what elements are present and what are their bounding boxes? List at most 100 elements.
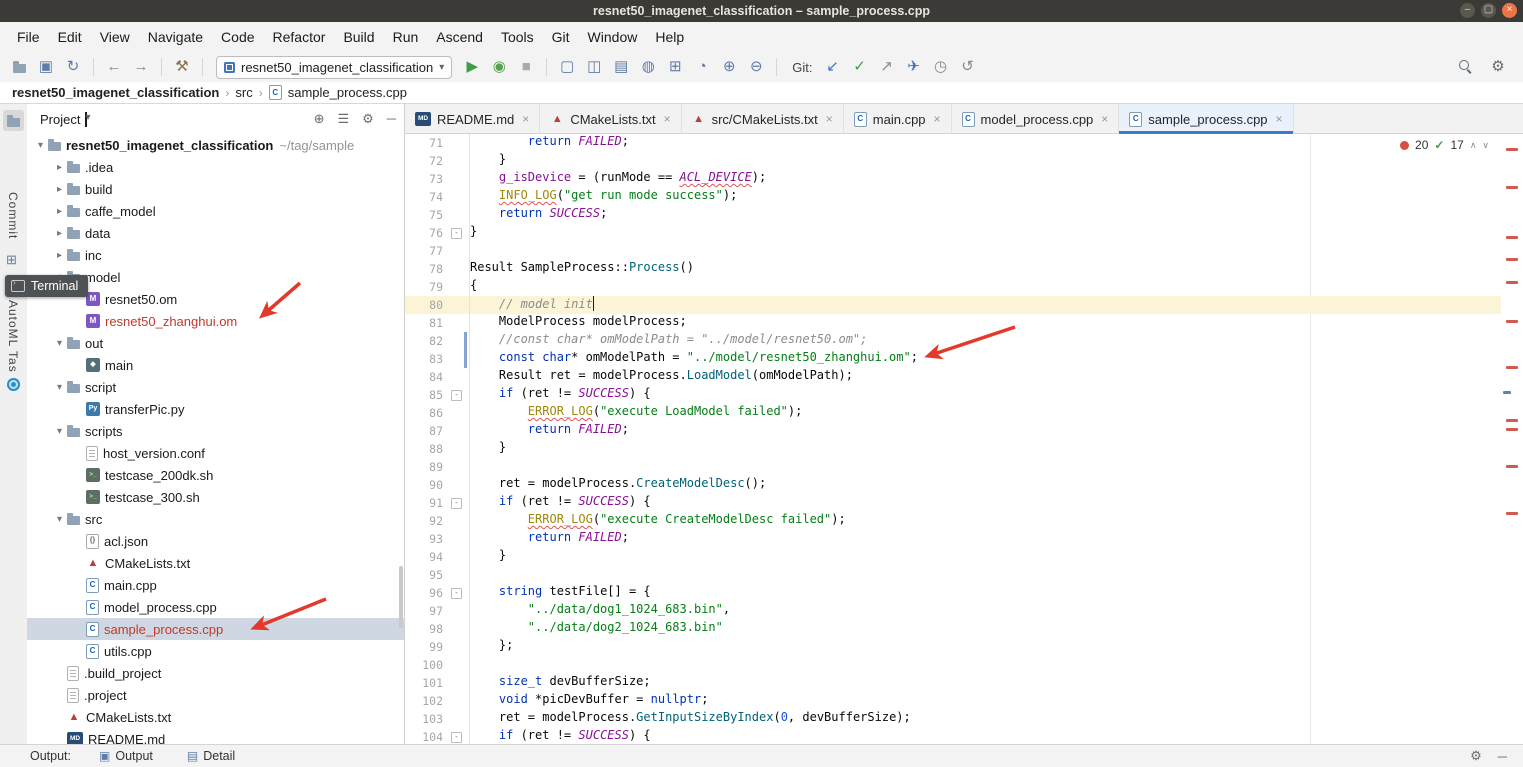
code-line-86[interactable]: ERROR_LOG("execute LoadModel failed"); bbox=[470, 404, 1501, 422]
code-line-96[interactable]: string testFile[] = { bbox=[470, 584, 1501, 602]
gutter-line-80[interactable]: 80 bbox=[405, 296, 469, 314]
tree-item-resnet50-imagenet-classification[interactable]: ▾resnet50_imagenet_classification~/tag/s… bbox=[27, 134, 404, 156]
minimize-icon[interactable]: – bbox=[1460, 3, 1475, 18]
gutter-line-74[interactable]: 74 bbox=[405, 188, 469, 206]
code-line-102[interactable]: void *picDevBuffer = nullptr; bbox=[470, 692, 1501, 710]
gutter-line-88[interactable]: 88 bbox=[405, 440, 469, 458]
collapse-all-icon[interactable]: ☰ bbox=[337, 111, 349, 127]
commit-stripe-button[interactable]: Commit bbox=[6, 192, 20, 239]
editor[interactable]: 717273747576-777879808182838485-86878889… bbox=[405, 134, 1523, 744]
plugins-icon[interactable]: ⊞ bbox=[666, 58, 684, 76]
error-stripe-mark[interactable] bbox=[1506, 186, 1518, 189]
gutter-line-82[interactable]: 82 bbox=[405, 332, 469, 350]
code-line-73[interactable]: g_isDevice = (runMode == ACL_DEVICE); bbox=[470, 170, 1501, 188]
tree-item-script[interactable]: ▾script bbox=[27, 376, 404, 398]
chevron-down-icon[interactable]: ▾ bbox=[52, 382, 67, 393]
code-line-71[interactable]: return FAILED; bbox=[470, 134, 1501, 152]
locate-icon[interactable]: ⊕ bbox=[314, 111, 325, 127]
gutter-line-90[interactable]: 90 bbox=[405, 476, 469, 494]
tree-item-caffe-model[interactable]: ▸caffe_model bbox=[27, 200, 404, 222]
detail-tab[interactable]: ▤ Detail bbox=[181, 748, 241, 764]
gutter-line-91[interactable]: 91- bbox=[405, 494, 469, 512]
error-stripe-mark[interactable] bbox=[1506, 512, 1518, 515]
gutter-line-94[interactable]: 94 bbox=[405, 548, 469, 566]
gutter-line-84[interactable]: 84 bbox=[405, 368, 469, 386]
gutter-line-93[interactable]: 93 bbox=[405, 530, 469, 548]
close-tab-icon[interactable]: × bbox=[664, 112, 671, 126]
error-stripe-mark[interactable] bbox=[1506, 258, 1518, 261]
menu-code[interactable]: Code bbox=[212, 26, 263, 48]
zoom-in-icon[interactable]: ⊕ bbox=[720, 58, 738, 76]
compare-icon[interactable]: ▤ bbox=[612, 58, 630, 76]
save-all-icon[interactable]: ▣ bbox=[37, 58, 55, 76]
menu-git[interactable]: Git bbox=[543, 26, 579, 48]
fold-icon[interactable]: - bbox=[451, 732, 462, 743]
code-line-72[interactable]: } bbox=[470, 152, 1501, 170]
tree-item--project[interactable]: .project bbox=[27, 684, 404, 706]
code-line-85[interactable]: if (ret != SUCCESS) { bbox=[470, 386, 1501, 404]
menu-ascend[interactable]: Ascend bbox=[427, 26, 492, 48]
gutter-line-83[interactable]: 83 bbox=[405, 350, 469, 368]
project-panel-title[interactable]: Project bbox=[40, 112, 80, 127]
open-icon[interactable] bbox=[10, 58, 28, 76]
close-tab-icon[interactable]: × bbox=[1276, 112, 1283, 126]
close-icon[interactable]: × bbox=[1502, 3, 1517, 18]
tree-item-src[interactable]: ▾src bbox=[27, 508, 404, 530]
code-line-77[interactable] bbox=[470, 242, 1501, 260]
gutter-line-95[interactable]: 95 bbox=[405, 566, 469, 584]
close-tab-icon[interactable]: × bbox=[522, 112, 529, 126]
tree-item-main[interactable]: main bbox=[27, 354, 404, 376]
stop-icon[interactable]: ■ bbox=[517, 58, 535, 76]
error-stripe-mark[interactable] bbox=[1506, 419, 1518, 422]
error-stripe-mark[interactable] bbox=[1506, 320, 1518, 323]
tree-item-cmakelists-txt[interactable]: CMakeLists.txt bbox=[27, 706, 404, 728]
gutter-line-104[interactable]: 104- bbox=[405, 728, 469, 744]
tree-item--build-project[interactable]: .build_project bbox=[27, 662, 404, 684]
gutter-line-92[interactable]: 92 bbox=[405, 512, 469, 530]
tree-item-acl-json[interactable]: acl.json bbox=[27, 530, 404, 552]
gutter-line-103[interactable]: 103 bbox=[405, 710, 469, 728]
breadcrumb-dir[interactable]: src bbox=[235, 85, 252, 100]
code-line-90[interactable]: ret = modelProcess.CreateModelDesc(); bbox=[470, 476, 1501, 494]
fold-icon[interactable]: - bbox=[451, 228, 462, 239]
hide-panel-icon[interactable]: ─ bbox=[387, 111, 396, 127]
statusbar-hide-icon[interactable]: ─ bbox=[1498, 749, 1507, 764]
code-line-93[interactable]: return FAILED; bbox=[470, 530, 1501, 548]
close-tab-icon[interactable]: × bbox=[1101, 112, 1108, 126]
gutter-line-96[interactable]: 96- bbox=[405, 584, 469, 602]
error-stripe-mark[interactable] bbox=[1506, 236, 1518, 239]
terminal-tool-button[interactable]: Terminal bbox=[5, 275, 88, 297]
code-line-100[interactable] bbox=[470, 656, 1501, 674]
code-line-88[interactable]: } bbox=[470, 440, 1501, 458]
menu-edit[interactable]: Edit bbox=[49, 26, 91, 48]
prev-error-icon[interactable]: ∧ bbox=[1470, 140, 1477, 151]
menu-help[interactable]: Help bbox=[646, 26, 693, 48]
project-stripe-button[interactable] bbox=[3, 110, 24, 131]
next-error-icon[interactable]: ∨ bbox=[1482, 140, 1489, 151]
code-line-95[interactable] bbox=[470, 566, 1501, 584]
gutter-line-85[interactable]: 85- bbox=[405, 386, 469, 404]
tab-cmakelists-txt[interactable]: CMakeLists.txt× bbox=[540, 104, 681, 134]
code-line-79[interactable]: { bbox=[470, 278, 1501, 296]
error-stripe-mark[interactable] bbox=[1506, 428, 1518, 431]
error-stripe-mark[interactable] bbox=[1506, 366, 1518, 369]
tree-item-data[interactable]: ▸data bbox=[27, 222, 404, 244]
tree-item-build[interactable]: ▸build bbox=[27, 178, 404, 200]
code-line-98[interactable]: "../data/dog2_1024_683.bin" bbox=[470, 620, 1501, 638]
tree-item-scripts[interactable]: ▾scripts bbox=[27, 420, 404, 442]
gutter-line-75[interactable]: 75 bbox=[405, 206, 469, 224]
fold-icon[interactable]: - bbox=[451, 588, 462, 599]
ascend-icon[interactable] bbox=[7, 378, 20, 391]
chevron-right-icon[interactable]: ▸ bbox=[52, 184, 67, 195]
tree-item-out[interactable]: ▾out bbox=[27, 332, 404, 354]
maximize-icon[interactable]: ▢ bbox=[1481, 3, 1496, 18]
rollback-icon[interactable]: ↺ bbox=[959, 58, 977, 76]
git-commit-icon[interactable]: ✓ bbox=[851, 58, 869, 76]
code-line-99[interactable]: }; bbox=[470, 638, 1501, 656]
tree-item--idea[interactable]: ▸.idea bbox=[27, 156, 404, 178]
menu-tools[interactable]: Tools bbox=[492, 26, 543, 48]
code-line-97[interactable]: "../data/dog1_1024_683.bin", bbox=[470, 602, 1501, 620]
gutter-line-86[interactable]: 86 bbox=[405, 404, 469, 422]
close-tab-icon[interactable]: × bbox=[934, 112, 941, 126]
editor-code[interactable]: return FAILED; } g_isDevice = (runMode =… bbox=[470, 134, 1501, 744]
